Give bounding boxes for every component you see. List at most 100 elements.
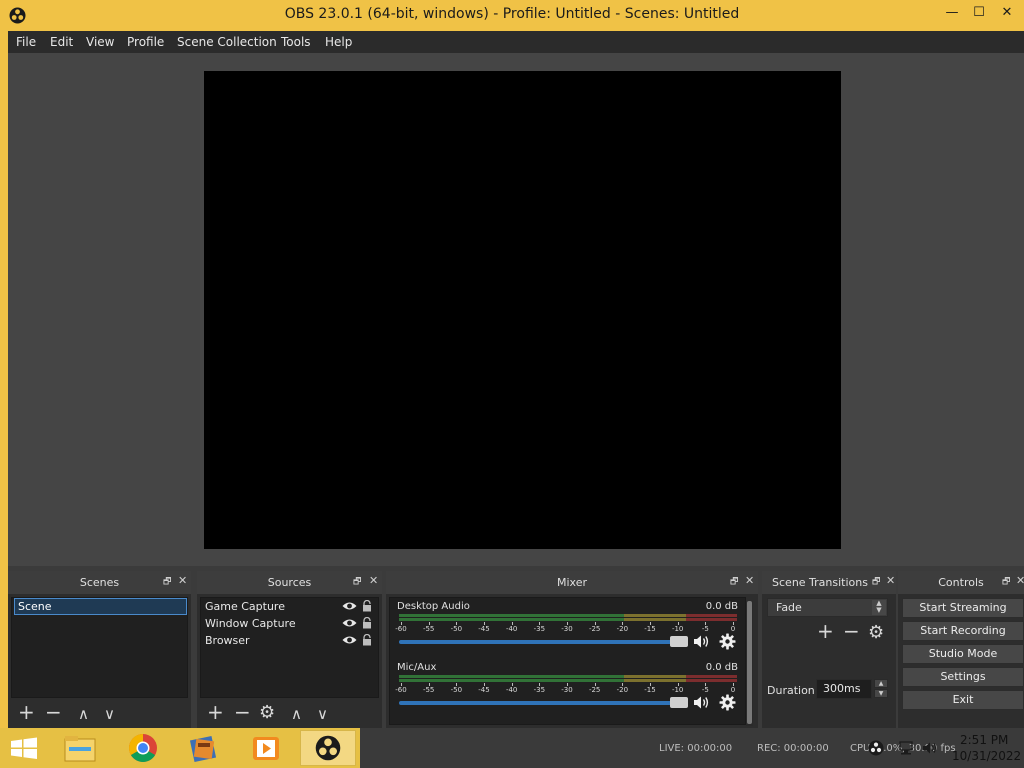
exit-button[interactable]: Exit (902, 690, 1024, 710)
dock-close-icon[interactable]: ✕ (745, 575, 755, 586)
lock-icon[interactable] (362, 617, 372, 629)
sources-dock: Sources 🗗 ✕ Game Capture Window Capture … (197, 571, 382, 728)
minimize-button[interactable]: — (937, 3, 967, 23)
meter-segment (686, 679, 737, 682)
menu-scene-collection[interactable]: Scene Collection (177, 35, 277, 49)
meter-tick-label: -40 (505, 686, 518, 694)
meter-segment (624, 614, 687, 617)
network-icon[interactable] (898, 740, 914, 756)
dock-float-icon[interactable]: 🗗 (353, 577, 363, 587)
gear-icon[interactable] (719, 633, 736, 650)
menu-tools[interactable]: Tools (281, 35, 311, 49)
move-scene-down-icon[interactable]: ∨ (104, 704, 115, 724)
scene-list-item[interactable]: Scene (14, 598, 187, 615)
meter-segment (399, 618, 625, 621)
studio-mode-button[interactable]: Studio Mode (902, 644, 1024, 664)
move-source-down-icon[interactable]: ∨ (317, 704, 328, 724)
dock-float-icon[interactable]: 🗗 (730, 577, 740, 587)
duration-input[interactable]: 300ms (816, 679, 872, 699)
meter-segment (624, 679, 687, 682)
maximize-button[interactable]: ☐ (964, 3, 994, 23)
clock-time[interactable]: 2:51 PM (960, 733, 1008, 747)
start-recording-button[interactable]: Start Recording (902, 621, 1024, 641)
source-item[interactable]: Window Capture (205, 615, 375, 632)
add-source-icon[interactable]: + (207, 702, 224, 722)
remove-source-icon[interactable]: − (234, 702, 251, 722)
live-status: LIVE: 00:00:00 (659, 743, 733, 754)
add-scene-icon[interactable]: + (18, 702, 35, 722)
mixer-scrollbar-thumb[interactable] (747, 601, 752, 724)
source-item[interactable]: Game Capture (205, 598, 375, 615)
meter-tick-label: -30 (561, 625, 573, 633)
transition-select[interactable]: Fade ▲ ▼ (767, 598, 888, 617)
eye-icon[interactable] (342, 601, 357, 611)
close-window-button[interactable]: ✕ (992, 3, 1022, 23)
sources-toolbar: + − ⚙ ∧ ∨ (197, 698, 382, 728)
meter-tick-label: -15 (644, 686, 656, 694)
obs-icon[interactable] (300, 730, 356, 766)
dock-close-icon[interactable]: ✕ (886, 575, 896, 586)
meter-tick-label: -60 (395, 686, 407, 694)
menu-file[interactable]: File (16, 35, 36, 49)
start-streaming-button[interactable]: Start Streaming (902, 598, 1024, 618)
move-source-up-icon[interactable]: ∧ (291, 704, 302, 724)
meter-tick-label: -15 (644, 625, 656, 633)
meter-tick-label: -55 (422, 625, 435, 633)
dock-close-icon[interactable]: ✕ (1016, 575, 1024, 586)
movie-maker-icon[interactable] (176, 730, 232, 766)
chrome-icon[interactable] (115, 730, 171, 766)
transition-selected-value: Fade (776, 601, 802, 614)
obs-tray-icon[interactable] (868, 740, 884, 756)
eye-icon[interactable] (342, 635, 357, 645)
preview-canvas[interactable] (204, 71, 841, 549)
gear-icon[interactable] (719, 694, 736, 711)
volume-slider-handle[interactable] (670, 697, 688, 708)
duration-decrement-icon[interactable]: ▼ (874, 689, 888, 698)
settings-button[interactable]: Settings (902, 667, 1024, 687)
volume-slider-track[interactable] (399, 640, 684, 644)
mixer-channel-mic-aux: Mic/Aux 0.0 dB -60 -55 -50 -45 -40 -35 -30 -25-… (395, 662, 740, 720)
speaker-icon[interactable] (693, 695, 710, 710)
duration-increment-icon[interactable]: ▲ (874, 679, 888, 688)
remove-scene-icon[interactable]: − (45, 702, 62, 722)
meter-tick-label: -55 (422, 686, 435, 694)
channel-name: Mic/Aux (397, 662, 437, 673)
lock-icon[interactable] (362, 634, 372, 646)
file-explorer-icon[interactable] (52, 730, 108, 766)
speaker-icon[interactable] (693, 634, 710, 649)
dock-float-icon[interactable]: 🗗 (1002, 577, 1012, 587)
volume-meter (399, 675, 737, 682)
eye-icon[interactable] (342, 618, 357, 628)
meter-tick-label: -20 (616, 625, 629, 633)
dock-close-icon[interactable]: ✕ (178, 575, 188, 586)
move-scene-up-icon[interactable]: ∧ (78, 704, 89, 724)
mixer-scrollbar[interactable] (746, 601, 753, 726)
add-transition-icon[interactable]: + (817, 621, 834, 641)
meter-tick-label: -20 (616, 686, 629, 694)
scenes-list: Scene (11, 597, 188, 698)
meter-tick-label: -10 (671, 686, 684, 694)
media-player-icon[interactable] (238, 730, 294, 766)
transition-properties-gear-icon[interactable]: ⚙ (868, 623, 884, 643)
menu-help[interactable]: Help (325, 35, 352, 49)
volume-slider-handle[interactable] (670, 636, 688, 647)
windows-start-icon[interactable] (0, 730, 48, 766)
obs-main-window: File Edit View Profile Scene Collection … (8, 31, 1024, 728)
dock-float-icon[interactable]: 🗗 (872, 577, 882, 587)
remove-transition-icon[interactable]: − (843, 621, 860, 641)
menu-profile[interactable]: Profile (127, 35, 164, 49)
rec-status: REC: 00:00:00 (757, 743, 829, 754)
dock-close-icon[interactable]: ✕ (369, 575, 379, 586)
meter-segment (624, 675, 687, 678)
meter-tick-label: -45 (478, 686, 490, 694)
scenes-dock: Scenes 🗗 ✕ Scene + − ∧ ∨ (8, 571, 191, 728)
lock-icon[interactable] (362, 600, 372, 612)
source-properties-gear-icon[interactable]: ⚙ (259, 703, 275, 723)
volume-icon[interactable] (922, 740, 938, 756)
volume-slider-track[interactable] (399, 701, 684, 705)
clock-date[interactable]: 10/31/2022 (952, 749, 1021, 763)
menu-edit[interactable]: Edit (50, 35, 73, 49)
dock-float-icon[interactable]: 🗗 (163, 577, 173, 587)
source-item[interactable]: Browser (205, 632, 375, 649)
menu-view[interactable]: View (86, 35, 114, 49)
